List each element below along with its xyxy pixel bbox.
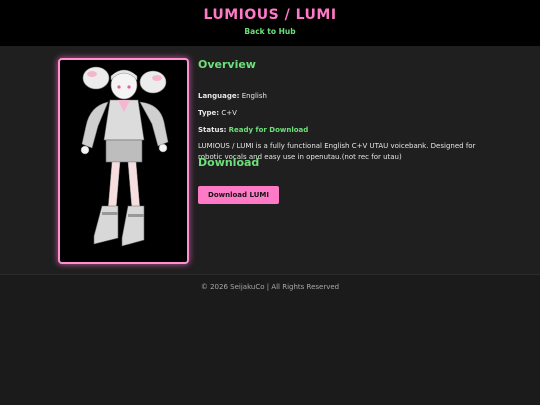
overview-heading: Overview	[198, 58, 256, 71]
site-header: LUMIOUS / LUMI Back to Hub	[0, 0, 540, 46]
language-value: English	[241, 92, 267, 100]
download-heading: Download	[198, 156, 260, 169]
language-row: Language: English	[198, 92, 267, 100]
status-value: Ready for Download	[228, 126, 309, 134]
type-value: C+V	[221, 109, 237, 117]
page-title: LUMIOUS / LUMI	[203, 7, 337, 23]
language-label: Language:	[198, 92, 240, 100]
footer-copyright: © 2026 SeijakuCo | All Rights Reserved	[200, 283, 340, 291]
character-portrait	[58, 58, 189, 264]
type-row: Type: C+V	[198, 109, 237, 117]
main-content: Overview Language: English Type: C+V Sta…	[0, 46, 540, 274]
type-label: Type:	[198, 109, 220, 117]
character-illustration	[80, 66, 169, 247]
status-row: Status: Ready for Download	[198, 126, 308, 134]
download-button[interactable]: Download LUMI	[198, 186, 279, 204]
status-label: Status:	[198, 126, 227, 134]
footer-divider	[0, 274, 540, 275]
back-to-hub-link[interactable]: Back to Hub	[0, 27, 540, 36]
